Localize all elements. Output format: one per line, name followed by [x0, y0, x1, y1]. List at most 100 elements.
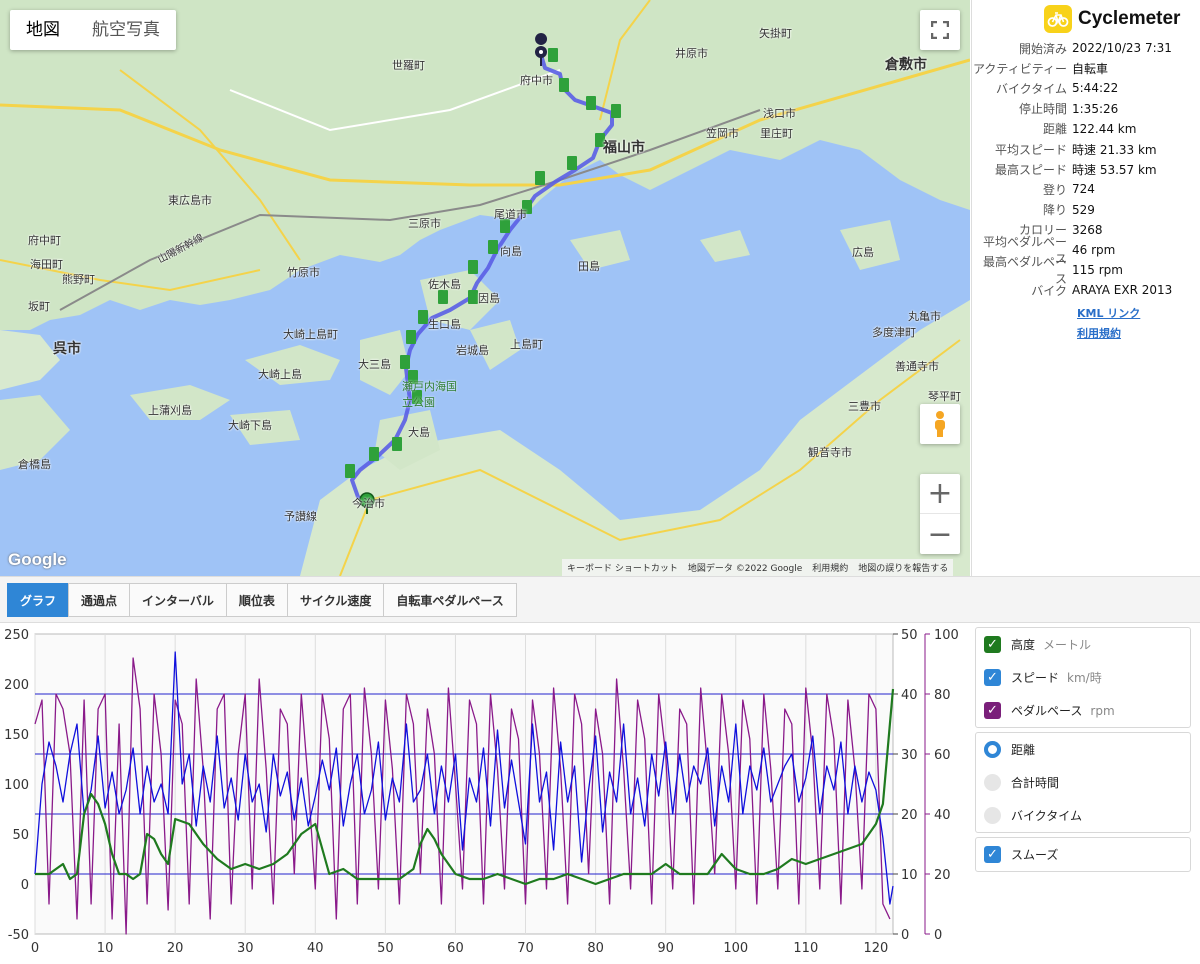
map-label: 多度津町 [872, 326, 916, 339]
map-label: 大崎上島 [258, 368, 302, 381]
x-tick-label: 10 [97, 941, 114, 956]
streetview-button[interactable] [920, 404, 960, 444]
map-label: 大島 [408, 426, 430, 439]
map-label: 観音寺市 [808, 446, 852, 459]
map-label: 倉敷市 [885, 57, 927, 73]
activity-chart[interactable]: 0 10 20 30 40 50 60 70 80 90 100 110 120 -50 0 50 100 150… [0, 624, 970, 960]
map-label: 坂町 [28, 300, 50, 313]
bicycle-icon [1044, 5, 1072, 33]
map-label: 今治市 [352, 497, 385, 510]
map-label: 浅口市 [763, 107, 796, 120]
map-label: 丸亀市 [908, 310, 941, 323]
map-label: 倉橋島 [18, 458, 51, 471]
series-unit: メートル [1043, 638, 1092, 652]
plot-area [34, 633, 894, 935]
chart-svg: 0 10 20 30 40 50 60 70 80 90 100 110 120-50050100150… [4, 628, 959, 956]
stat-value: ARAYA EXR 2013 [1072, 283, 1173, 298]
y-right2-tick-label: 60 [934, 748, 951, 763]
stat-row: 最高ペダルペース 115 rpm [972, 255, 1200, 286]
tab-bike-cadence[interactable]: 自転車ペダルペース [383, 583, 517, 617]
y-left-tick-label: -50 [8, 928, 29, 943]
stat-row: 停止時間 1:35:26 [972, 99, 1200, 119]
stat-row: バイク ARAYA EXR 2013 [972, 280, 1200, 300]
map-label: 東広島市 [168, 194, 212, 207]
x-tick-label: 90 [657, 941, 674, 956]
map-label: 大崎上島町 [283, 328, 338, 341]
x-tick-label: 100 [723, 941, 748, 956]
land-southwest [0, 330, 60, 390]
series-toggle-altitude[interactable]: ✓ 高度 メートル [976, 628, 1190, 661]
map-canvas [0, 0, 970, 576]
smooth-toggle[interactable]: ✓ スムーズ [976, 838, 1190, 871]
option-label: バイクタイム [1011, 809, 1083, 823]
y-left-tick-label: 0 [21, 878, 29, 893]
x-axis-option-bike-time[interactable]: バイクタイム [976, 799, 1190, 832]
tab-waypoints[interactable]: 通過点 [68, 583, 131, 617]
tab-rankings[interactable]: 順位表 [225, 583, 288, 617]
series-toggle-speed[interactable]: ✓ スピード km/時 [976, 661, 1190, 694]
terms-of-use-link[interactable]: 利用規約 [1077, 324, 1200, 344]
stat-value: 時速 21.33 km [1072, 142, 1157, 157]
tab-cycle-speed[interactable]: サイクル速度 [286, 583, 385, 617]
y-right2-tick-label: 20 [934, 868, 951, 883]
y-right1-tick-label: 40 [901, 688, 918, 703]
terms-link[interactable]: 利用規約 [807, 561, 853, 574]
y-right1-tick-label: 0 [901, 928, 909, 943]
y-right1-tick-label: 10 [901, 868, 918, 883]
chart-legend-panel: ✓ 高度 メートル ✓ スピード km/時 ✓ ペダルペース rpm 距離 合計… [975, 627, 1191, 876]
tab-graph[interactable]: グラフ [7, 583, 70, 617]
map-type-roadmap-button[interactable]: 地図 [10, 10, 76, 50]
stat-row: 平均スピード 時速 21.33 km [972, 139, 1200, 159]
map-data-credit: 地図データ ©2022 Google [687, 564, 803, 574]
x-tick-label: 40 [307, 941, 324, 956]
checkbox-checked-icon: ✓ [984, 702, 1001, 719]
map-label: 大三島 [358, 358, 391, 371]
stat-label: アクティビティー [973, 61, 1067, 76]
map-type-satellite-button[interactable]: 航空写真 [76, 10, 176, 50]
x-tick-label: 20 [167, 941, 184, 956]
map-label: 上蒲刈島 [148, 404, 192, 417]
map-label: 上島町 [510, 338, 543, 351]
stat-label: 降り [1042, 203, 1067, 218]
x-tick-label: 110 [793, 941, 818, 956]
map-label: 生口島 [428, 318, 461, 331]
radio-selected-icon [984, 741, 1001, 758]
tab-intervals[interactable]: インターバル [129, 583, 227, 617]
option-label: 合計時間 [1011, 776, 1060, 790]
view-tabs-bar: グラフ 通過点 インターバル 順位表 サイクル速度 自転車ペダルペース [0, 576, 1200, 623]
route-map[interactable]: 倉敷市 福山市 呉市 府中市 井原市 矢掛町 世羅町 笠岡市 浅口市 里庄町 東… [0, 0, 970, 576]
series-unit: rpm [1090, 703, 1115, 718]
y-left-tick-label: 250 [4, 628, 29, 643]
y-right1-tick-label: 30 [901, 748, 918, 763]
map-label: 広島 [852, 246, 874, 259]
report-error-link[interactable]: 地図の誤りを報告する [853, 561, 953, 574]
map-label: 海田町 [30, 258, 63, 271]
stat-row: 降り 529 [972, 200, 1200, 220]
stat-row: バイクタイム 5:44:22 [972, 78, 1200, 98]
y-left-tick-label: 200 [4, 678, 29, 693]
y-right2-tick-label: 80 [934, 688, 951, 703]
y-left-tick-label: 100 [4, 778, 29, 793]
x-axis-option-total-time[interactable]: 合計時間 [976, 766, 1190, 799]
stat-label: 距離 [1042, 122, 1067, 137]
pegman-icon [935, 411, 945, 437]
option-label: スムーズ [1011, 848, 1059, 862]
app-brand: Cyclemeter [1044, 5, 1180, 33]
kml-link[interactable]: KML リンク [1077, 304, 1200, 324]
keyboard-shortcuts-link[interactable]: キーボード ショートカット [562, 561, 683, 574]
stat-row: 開始済み 2022/10/23 7:31 [972, 38, 1200, 58]
fullscreen-button[interactable] [920, 10, 960, 50]
x-axis-option-distance[interactable]: 距離 [976, 733, 1190, 766]
zoom-in-button[interactable]: + [920, 474, 960, 514]
stat-value: 529 [1072, 202, 1095, 217]
stat-value: 時速 53.57 km [1072, 162, 1157, 177]
y-right1-tick-label: 50 [901, 628, 918, 643]
series-toggle-cadence[interactable]: ✓ ペダルペース rpm [976, 694, 1190, 727]
zoom-out-button[interactable]: − [920, 514, 960, 554]
y-left-tick-label: 150 [4, 728, 29, 743]
map-label: 向島 [500, 245, 522, 258]
stat-value: 5:44:22 [1072, 81, 1119, 96]
stats-list: 開始済み 2022/10/23 7:31 アクティビティー 自転車 バイクタイム 5:… [972, 38, 1200, 344]
x-tick-label: 0 [31, 941, 39, 956]
map-label: 里庄町 [760, 127, 793, 140]
